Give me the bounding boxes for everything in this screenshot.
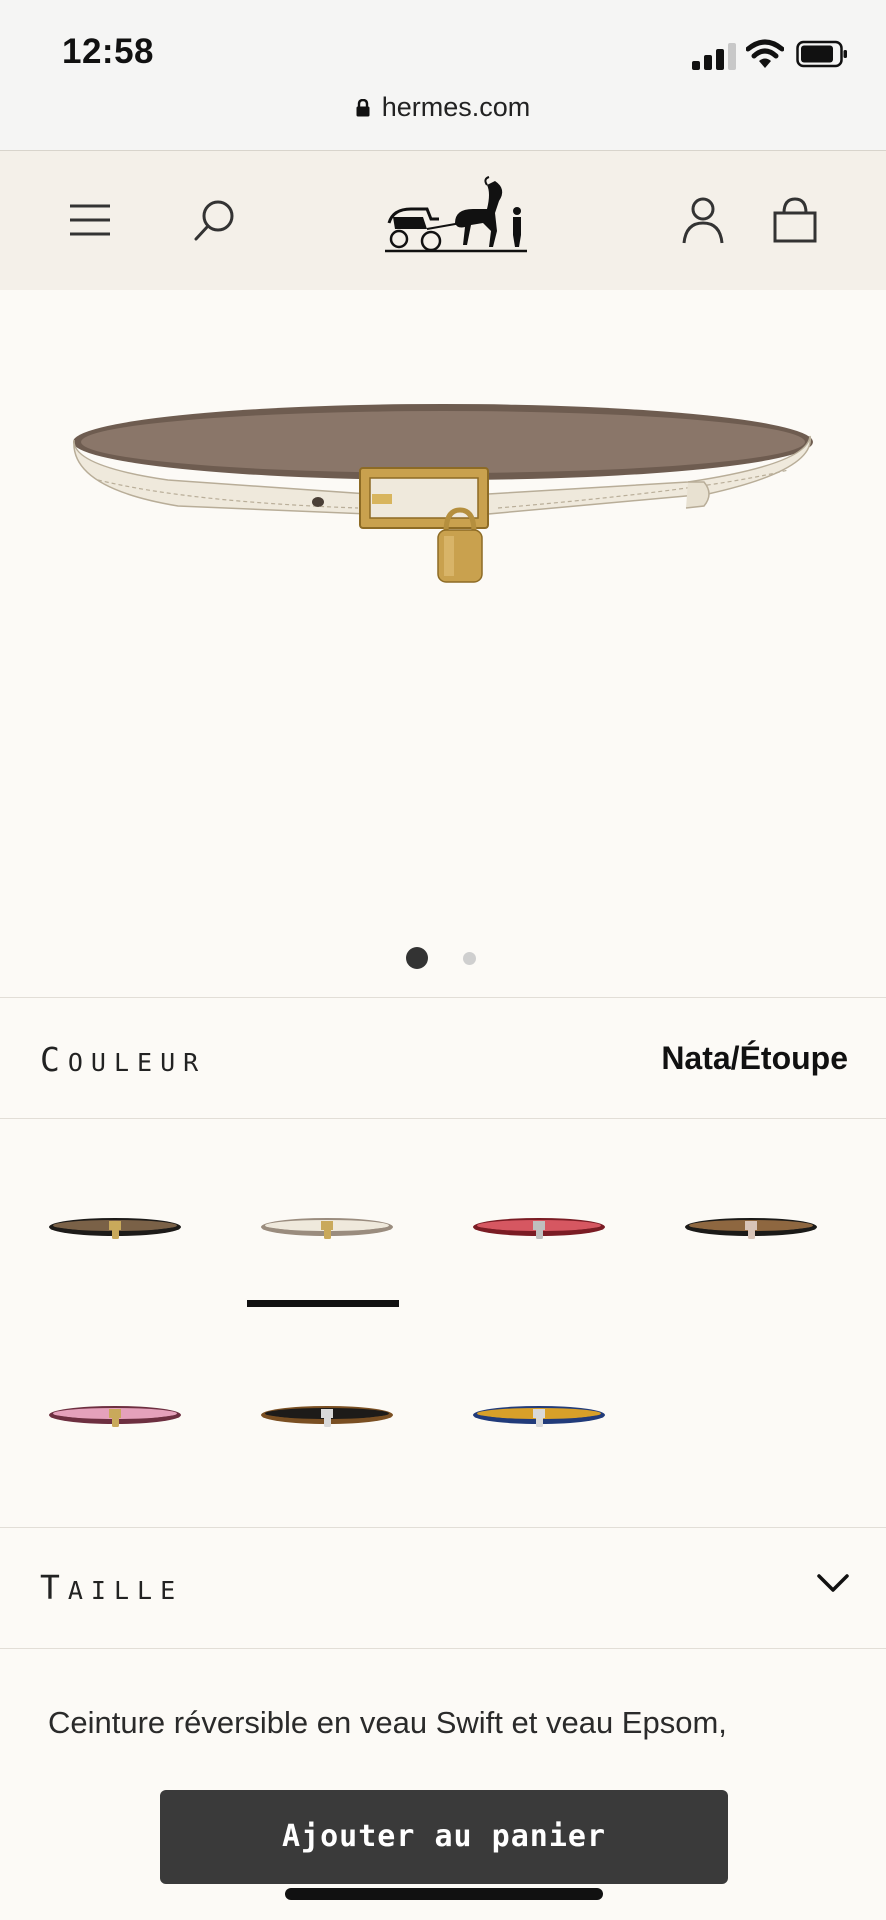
site-header (0, 150, 886, 291)
color-swatch[interactable] (257, 1395, 397, 1435)
home-indicator (285, 1888, 603, 1900)
color-swatch[interactable] (469, 1395, 609, 1435)
product-image-carousel[interactable] (0, 290, 886, 995)
chevron-down-icon[interactable] (815, 1570, 851, 1594)
divider (0, 1527, 886, 1528)
carousel-pagination (0, 947, 886, 971)
divider (0, 1118, 886, 1119)
color-swatch[interactable] (45, 1395, 185, 1435)
divider (0, 1648, 886, 1649)
url-text: hermes.com (381, 92, 531, 122)
product-description: Ceinture réversible en veau Swift et vea… (48, 1705, 727, 1740)
belt-image (73, 404, 813, 583)
carousel-dot-active[interactable] (406, 947, 428, 969)
add-to-cart-button[interactable]: Ajouter au panier (160, 1790, 728, 1884)
selected-color-value: Nata/Étoupe (661, 1040, 848, 1076)
menu-icon[interactable] (66, 195, 116, 245)
color-swatch[interactable] (681, 1207, 821, 1247)
cellular-signal-icon (692, 42, 736, 70)
color-label: COULEUR (40, 1040, 207, 1079)
selected-swatch-indicator (247, 1300, 399, 1307)
shopping-bag-icon[interactable] (770, 195, 820, 245)
status-time: 12:58 (62, 32, 155, 71)
color-swatch[interactable] (257, 1207, 397, 1247)
wifi-icon (746, 39, 784, 68)
carousel-dot[interactable] (463, 952, 476, 965)
lock-icon (356, 99, 370, 117)
status-bar: 12:58 hermes.com (0, 0, 886, 150)
divider (0, 997, 886, 998)
hermes-logo[interactable] (383, 173, 531, 265)
url-bar[interactable]: hermes.com (0, 92, 886, 123)
battery-icon (796, 40, 847, 68)
search-icon[interactable] (190, 195, 240, 245)
color-swatch[interactable] (45, 1207, 185, 1247)
size-label[interactable]: TAILLE (40, 1568, 183, 1607)
color-swatch[interactable] (469, 1207, 609, 1247)
account-icon[interactable] (678, 195, 728, 245)
